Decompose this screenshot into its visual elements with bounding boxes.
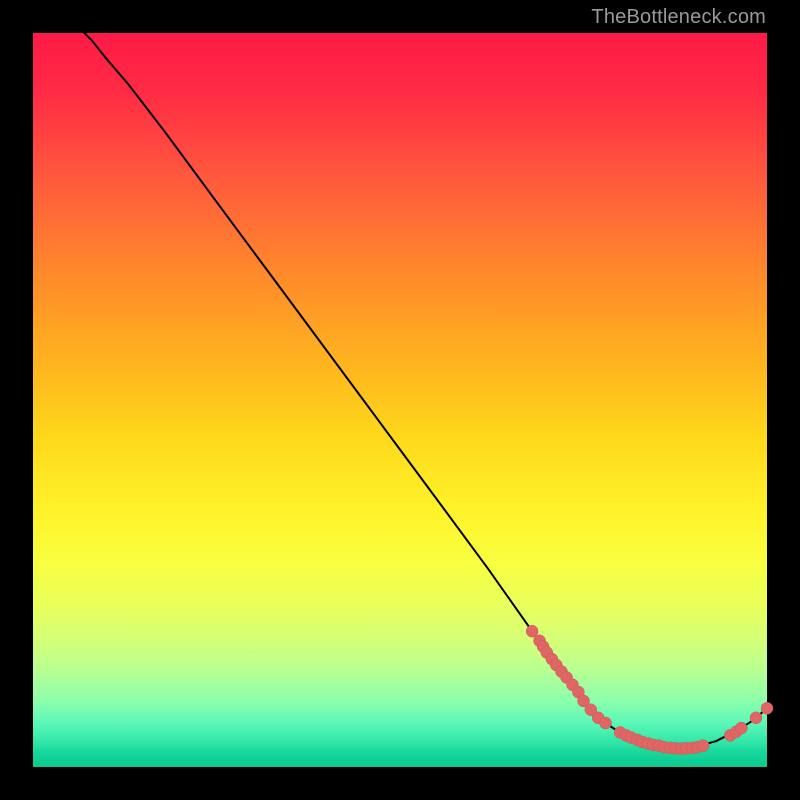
curve-marker <box>697 740 709 752</box>
plot-area <box>33 33 767 767</box>
watermark-text: TheBottleneck.com <box>591 6 766 29</box>
curve-marker <box>600 717 612 729</box>
curve-marker <box>761 702 773 714</box>
curve-marker <box>750 712 762 724</box>
curve-marker <box>735 722 747 734</box>
curve-markers <box>526 625 773 754</box>
curve-marker <box>526 625 538 637</box>
bottleneck-curve <box>84 33 767 749</box>
chart-svg <box>33 33 767 767</box>
chart-frame: TheBottleneck.com <box>0 0 800 800</box>
